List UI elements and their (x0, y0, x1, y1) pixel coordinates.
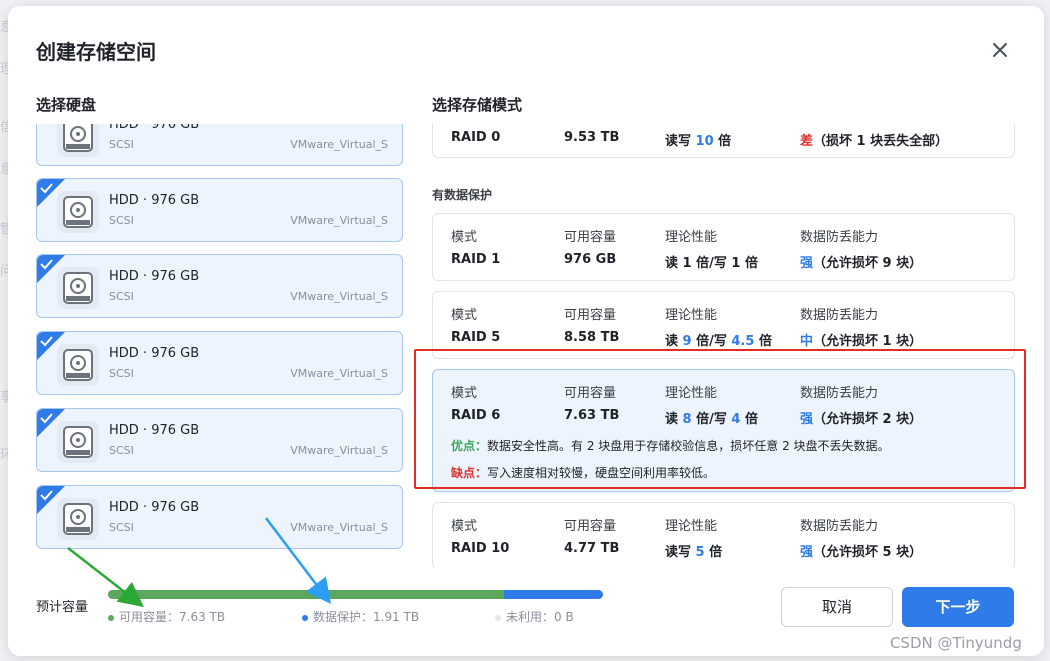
col-header-mode: 模式 (451, 386, 478, 401)
mode-list[interactable]: RAID 0 9.53 TB 读写 10 倍 差（损坏 1 块丢失全部） 有数据… (432, 124, 1016, 568)
capacity-bar (108, 590, 603, 599)
capacity-label: 预计容量 (36, 600, 89, 615)
disk-card[interactable]: HDD · 976 GB SCSI VMware_Virtual_S (36, 124, 403, 166)
mode-name: RAID 6 (451, 408, 501, 423)
create-storage-dialog: 创建存储空间 选择硬盘 选择存储模式 HDD · 976 GB SCSI VMw… (8, 6, 1044, 656)
disk-name: HDD · 976 GB (109, 269, 200, 284)
mode-protect: 中（允许损坏 1 块） (800, 334, 923, 349)
mode-capacity: 976 GB (564, 252, 617, 267)
mode-perf: 读写 10 倍 (665, 134, 732, 149)
disk-card[interactable]: HDD · 976 GB SCSI VMware_Virtual_S (36, 178, 403, 242)
mode-protect: 强（允许损坏 9 块） (800, 256, 923, 271)
mode-protect: 强（允许损坏 2 块） (800, 412, 923, 427)
disk-name: HDD · 976 GB (109, 346, 200, 361)
disk-model: VMware_Virtual_S (290, 521, 388, 534)
group-label-protected: 有数据保护 (432, 188, 493, 202)
next-button[interactable]: 下一步 (902, 587, 1014, 627)
mode-card-raid6[interactable]: 模式 可用容量 理论性能 数据防丢能力 RAID 6 7.63 TB 读 8 倍… (432, 369, 1015, 492)
col-header-perf: 理论性能 (665, 308, 718, 323)
mode-perf: 读 9 倍/写 4.5 倍 (665, 334, 772, 349)
col-header-protect: 数据防丢能力 (800, 308, 879, 323)
mode-capacity: 9.53 TB (564, 130, 620, 145)
col-header-perf: 理论性能 (665, 230, 718, 245)
col-header-protect: 数据防丢能力 (800, 386, 879, 401)
close-icon[interactable] (988, 38, 1012, 62)
disk-bus: SCSI (109, 138, 134, 151)
mode-perf: 读 1 倍/写 1 倍 (665, 256, 758, 271)
mode-name: RAID 1 (451, 252, 501, 267)
mode-card-raid0[interactable]: RAID 0 9.53 TB 读写 10 倍 差（损坏 1 块丢失全部） (432, 124, 1015, 158)
legend-protected: 数据保护：1.91 TB (302, 608, 419, 625)
disk-name: HDD · 976 GB (109, 423, 200, 438)
disk-name: HDD · 976 GB (109, 124, 200, 132)
legend-dot (495, 614, 501, 621)
mode-capacity: 8.58 TB (564, 330, 620, 345)
col-header-perf: 理论性能 (665, 386, 718, 401)
legend-usable: 可用容量：7.63 TB (108, 608, 225, 625)
mode-name: RAID 0 (451, 130, 501, 145)
disk-list[interactable]: HDD · 976 GB SCSI VMware_Virtual_S HDD ·… (36, 124, 406, 552)
col-header-capacity: 可用容量 (564, 386, 617, 401)
mode-card-raid1[interactable]: 模式 可用容量 理论性能 数据防丢能力 RAID 1 976 GB 读 1 倍/… (432, 213, 1015, 281)
col-header-capacity: 可用容量 (564, 230, 617, 245)
disk-bus: SCSI (109, 444, 134, 457)
mode-card-raid10[interactable]: 模式 可用容量 理论性能 数据防丢能力 RAID 10 4.77 TB 读写 5… (432, 502, 1015, 568)
legend-unused: 未利用：0 B (495, 608, 574, 625)
disk-bus: SCSI (109, 214, 134, 227)
disk-name: HDD · 976 GB (109, 193, 200, 208)
col-header-protect: 数据防丢能力 (800, 230, 879, 245)
hdd-icon (57, 124, 99, 157)
disk-section-title: 选择硬盘 (36, 96, 97, 114)
mode-perf: 读 8 倍/写 4 倍 (665, 412, 758, 427)
mode-protect: 差（损坏 1 块丢失全部） (800, 134, 949, 149)
mode-card-raid5[interactable]: 模式 可用容量 理论性能 数据防丢能力 RAID 5 8.58 TB 读 9 倍… (432, 291, 1015, 359)
disk-card[interactable]: HDD · 976 GB SCSI VMware_Virtual_S (36, 485, 403, 549)
col-header-mode: 模式 (451, 230, 478, 245)
col-header-mode: 模式 (451, 519, 478, 534)
col-header-capacity: 可用容量 (564, 519, 617, 534)
watermark: CSDN @Tinyundg (890, 634, 1022, 652)
cancel-button[interactable]: 取消 (781, 587, 893, 627)
mode-perf: 读写 5 倍 (665, 545, 723, 560)
disk-card[interactable]: HDD · 976 GB SCSI VMware_Virtual_S (36, 408, 403, 472)
mode-capacity: 4.77 TB (564, 541, 620, 556)
hdd-icon (57, 421, 99, 463)
disk-card[interactable]: HDD · 976 GB SCSI VMware_Virtual_S (36, 331, 403, 395)
mode-name: RAID 5 (451, 330, 501, 345)
disk-name: HDD · 976 GB (109, 500, 200, 515)
col-header-protect: 数据防丢能力 (800, 519, 879, 534)
hdd-icon (57, 191, 99, 233)
hdd-icon (57, 267, 99, 309)
disk-model: VMware_Virtual_S (290, 444, 388, 457)
col-header-capacity: 可用容量 (564, 308, 617, 323)
mode-name: RAID 10 (451, 541, 510, 556)
raid6-cons: 缺点：写入速度相对较慢，硬盘空间利用率较低。 (451, 466, 716, 480)
capacity-bar-usable (108, 590, 504, 599)
mode-protect: 强（允许损坏 5 块） (800, 545, 923, 560)
disk-model: VMware_Virtual_S (290, 214, 388, 227)
legend-dot (302, 614, 308, 621)
mode-capacity: 7.63 TB (564, 408, 620, 423)
legend-dot (108, 614, 114, 621)
col-header-mode: 模式 (451, 308, 478, 323)
hdd-icon (57, 344, 99, 386)
hdd-icon (57, 498, 99, 540)
col-header-perf: 理论性能 (665, 519, 718, 534)
disk-model: VMware_Virtual_S (290, 290, 388, 303)
disk-model: VMware_Virtual_S (290, 138, 388, 151)
disk-model: VMware_Virtual_S (290, 367, 388, 380)
dialog-title: 创建存储空间 (36, 40, 156, 64)
raid6-pros: 优点：数据安全性高。有 2 块盘用于存储校验信息，损坏任意 2 块盘不丢失数据。 (451, 439, 890, 453)
disk-bus: SCSI (109, 521, 134, 534)
disk-bus: SCSI (109, 290, 134, 303)
mode-section-title: 选择存储模式 (432, 96, 523, 114)
disk-bus: SCSI (109, 367, 134, 380)
disk-card[interactable]: HDD · 976 GB SCSI VMware_Virtual_S (36, 254, 403, 318)
